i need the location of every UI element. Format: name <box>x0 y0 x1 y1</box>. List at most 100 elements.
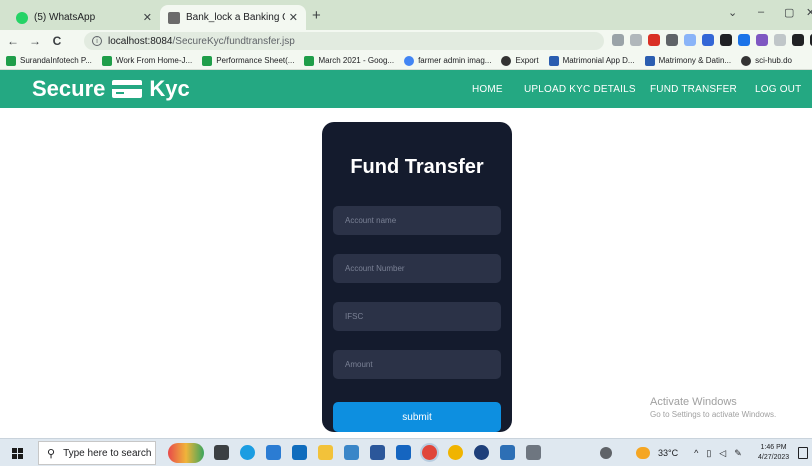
watermark-subtitle: Go to Settings to activate Windows. <box>650 410 777 419</box>
extension-icon[interactable] <box>756 34 768 46</box>
url-host: localhost:8084 <box>108 35 173 47</box>
bookmark-item[interactable]: farmer admin imag... <box>404 55 491 66</box>
back-button[interactable]: ← <box>4 34 22 48</box>
store-icon[interactable] <box>266 445 281 460</box>
network-icon[interactable]: ▯ <box>706 448 711 459</box>
reload-button[interactable]: C <box>48 34 66 48</box>
tab-title: (5) WhatsApp <box>34 12 96 23</box>
bookmark-item[interactable]: March 2021 - Goog... <box>304 55 395 66</box>
puzzle-icon[interactable] <box>792 34 804 46</box>
address-bar[interactable]: i localhost:8084 /SecureKyc/fundtransfer… <box>84 32 604 50</box>
bookmark-item[interactable]: Matrimony & Datin... <box>644 55 732 66</box>
mail-icon[interactable] <box>292 445 307 460</box>
bookmark-label: Export <box>515 56 539 65</box>
sheets-icon <box>6 55 16 66</box>
nav-home[interactable]: HOME <box>472 84 503 95</box>
pdf-extension-icon[interactable] <box>648 34 660 46</box>
sheets-icon <box>101 55 112 66</box>
file-explorer-icon[interactable] <box>318 445 333 460</box>
submit-button[interactable]: submit <box>333 402 501 432</box>
clock-date: 4/27/2023 <box>758 454 790 461</box>
maximize-button[interactable]: ▢ <box>784 6 794 19</box>
close-window-button[interactable]: ✕ <box>806 6 812 19</box>
people-icon[interactable] <box>600 447 612 459</box>
app-icon[interactable] <box>344 445 359 460</box>
extension-icon[interactable] <box>774 34 786 46</box>
tab-whatsapp[interactable]: (5) WhatsApp ✕ <box>8 5 160 30</box>
edge-icon[interactable] <box>240 445 255 460</box>
site-info-icon[interactable]: i <box>92 36 102 46</box>
bookmark-label: SurandaInfotech P... <box>20 56 92 65</box>
credit-card-icon <box>111 79 143 99</box>
extension-icon[interactable] <box>738 34 750 46</box>
document-icon <box>168 11 180 24</box>
app-icon[interactable] <box>396 445 411 460</box>
extension-icon[interactable] <box>720 34 732 46</box>
close-tab-icon[interactable]: ✕ <box>143 11 152 24</box>
taskbar-search-input[interactable]: ⚲ Type here to search <box>38 441 156 465</box>
form-title: Fund Transfer <box>350 156 484 178</box>
bookmark-item[interactable]: Matrimonial App D... <box>548 55 635 66</box>
account-name-input[interactable]: Account name <box>333 206 501 235</box>
bookmark-item[interactable]: Export <box>501 55 539 66</box>
news-widget-icon[interactable] <box>168 443 204 463</box>
tab-active-fundtransfer[interactable]: Bank_lock a Banking Category Fi ✕ <box>160 5 306 30</box>
bookmark-item[interactable]: Work From Home-J... <box>101 55 193 66</box>
pen-icon[interactable]: ✎ <box>734 448 742 459</box>
url-path: /SecureKyc/fundtransfer.jsp <box>172 35 295 47</box>
app-icon[interactable] <box>500 445 515 460</box>
taskbar-apps <box>214 445 541 460</box>
share-icon[interactable] <box>612 34 624 46</box>
bookmark-label: Work From Home-J... <box>115 56 193 65</box>
globe-icon <box>741 55 752 66</box>
bookmark-site-icon <box>644 55 655 66</box>
nav-log-out[interactable]: LOG OUT <box>755 84 801 95</box>
extension-icon[interactable] <box>702 34 714 46</box>
close-tab-icon[interactable]: ✕ <box>289 11 298 24</box>
chrome-icon[interactable] <box>448 445 463 460</box>
windows-start-icon[interactable] <box>12 448 23 459</box>
ifsc-input[interactable]: IFSC <box>333 302 501 331</box>
browser-tab-strip: (5) WhatsApp ✕ Bank_lock a Banking Categ… <box>0 0 812 30</box>
clock-time: 1:46 PM <box>760 444 787 451</box>
chevron-up-icon[interactable]: ^ <box>694 448 698 458</box>
new-tab-button[interactable]: + <box>312 7 321 24</box>
sheets-icon <box>202 55 213 66</box>
task-view-icon[interactable] <box>214 445 229 460</box>
search-placeholder: Type here to search <box>63 447 152 459</box>
account-number-input[interactable]: Account Number <box>333 254 501 283</box>
bookmark-item[interactable]: SurandaInfotech P... <box>6 55 92 66</box>
logo-text-kyc: Kyc <box>149 76 190 101</box>
weather-temperature[interactable]: 33°C <box>658 448 678 458</box>
bookmark-item[interactable]: Performance Sheet(... <box>202 55 295 66</box>
extension-icon[interactable] <box>684 34 696 46</box>
site-logo[interactable]: Secure Kyc <box>32 76 190 102</box>
weather-icon[interactable] <box>636 447 650 459</box>
taskbar-clock[interactable]: 1:46 PM 4/27/2023 <box>758 443 789 463</box>
tab-search-icon[interactable]: ⌄ <box>728 6 737 19</box>
minimize-button[interactable]: – <box>758 6 764 18</box>
page-content: Fund Transfer Account name Account Numbe… <box>0 108 812 438</box>
chrome-icon[interactable] <box>422 445 437 460</box>
word-icon[interactable] <box>370 445 385 460</box>
nav-upload-kyc-details[interactable]: UPLOAD KYC DETAILS <box>524 84 636 95</box>
bookmark-site-icon <box>548 55 559 66</box>
tab-title: Bank_lock a Banking Category Fi <box>186 12 285 23</box>
windows-taskbar: ⚲ Type here to search 33°C ^ ▯ ◁ ✎ 1:46 … <box>0 438 812 466</box>
star-icon[interactable] <box>630 34 642 46</box>
notification-icon[interactable] <box>798 447 808 459</box>
activate-windows-watermark: Activate Windows Go to Settings to activ… <box>650 396 776 419</box>
app-icon[interactable] <box>526 445 541 460</box>
app-icon[interactable] <box>474 445 489 460</box>
amount-input[interactable]: Amount <box>333 350 501 379</box>
search-icon: ⚲ <box>47 447 56 460</box>
bookmark-label: Performance Sheet(... <box>216 56 295 65</box>
extension-icon[interactable] <box>666 34 678 46</box>
forward-button[interactable]: → <box>26 34 44 48</box>
sheets-icon <box>304 55 315 66</box>
bookmark-label: Matrimony & Datin... <box>658 56 732 65</box>
speaker-icon[interactable]: ◁ <box>719 448 726 459</box>
bookmark-item[interactable]: sci-hub.do <box>741 55 792 66</box>
nav-fund-transfer[interactable]: FUND TRANSFER <box>650 84 737 95</box>
bookmark-label: March 2021 - Goog... <box>318 56 395 65</box>
